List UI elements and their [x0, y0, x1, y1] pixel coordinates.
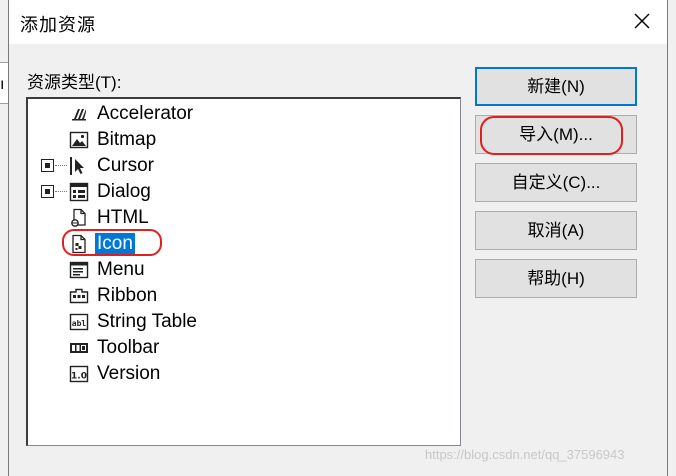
tree-connector: [55, 165, 67, 166]
bitmap-icon: [69, 131, 89, 149]
tree-item-label: Accelerator: [97, 103, 194, 124]
ribbon-icon: [69, 288, 89, 304]
close-button[interactable]: [631, 10, 653, 32]
tree-item-label: Bitmap: [97, 129, 157, 150]
new-button[interactable]: 新建(N): [475, 67, 637, 106]
tree-item-label: Icon: [95, 233, 135, 255]
expand-icon[interactable]: [41, 159, 54, 172]
tree-item-label: Ribbon: [97, 285, 158, 306]
tree-item-string-table[interactable]: abl String Table: [28, 309, 460, 335]
tree-item-ribbon[interactable]: Ribbon: [28, 283, 460, 309]
tree-item-menu[interactable]: Menu: [28, 257, 460, 283]
icon-resource-icon: [72, 234, 86, 254]
resource-type-tree[interactable]: Accelerator Bitmap Cursor Dialog HTML Ic…: [26, 97, 461, 446]
add-resource-dialog: 添加资源 资源类型(T): Accelerator Bitmap Cursor …: [8, 0, 668, 476]
tree-item-icon[interactable]: Icon: [28, 231, 460, 257]
tree-item-label: Cursor: [97, 155, 155, 176]
tree-item-html[interactable]: HTML: [28, 205, 460, 231]
cursor-icon: [70, 157, 84, 175]
tree-item-label: Dialog: [97, 181, 151, 202]
screen: ı 添加资源 资源类型(T): Accelerator Bitmap Curso…: [0, 0, 676, 476]
tree-item-label: HTML: [97, 207, 149, 228]
tree-item-label: String Table: [97, 311, 197, 332]
tree-item-label: Toolbar: [97, 337, 160, 358]
svg-text:abl: abl: [72, 319, 87, 328]
accelerator-icon: [72, 108, 86, 121]
import-button[interactable]: 导入(M)...: [475, 115, 637, 154]
toolbar-icon: [70, 343, 88, 353]
version-icon: 1.0: [69, 365, 89, 383]
tree-item-toolbar[interactable]: Toolbar: [28, 335, 460, 361]
help-button[interactable]: 帮助(H): [475, 259, 637, 298]
menu-icon: [69, 261, 89, 279]
resource-type-label: 资源类型(T):: [27, 73, 122, 92]
tree-item-dialog[interactable]: Dialog: [28, 179, 460, 205]
tree-item-label: Menu: [97, 259, 145, 280]
tree-item-label: Version: [97, 363, 161, 384]
expand-icon[interactable]: [41, 185, 54, 198]
title-bar: 添加资源: [9, 0, 667, 44]
svg-text:1.0: 1.0: [71, 372, 87, 382]
tree-item-cursor[interactable]: Cursor: [28, 153, 460, 179]
watermark: https://blog.csdn.net/qq_37596943: [425, 447, 625, 462]
dialog-icon: [69, 182, 89, 202]
tree-item-bitmap[interactable]: Bitmap: [28, 127, 460, 153]
dialog-title: 添加资源: [20, 15, 96, 35]
string-table-icon: abl: [69, 313, 89, 331]
tree-connector: [55, 191, 67, 192]
tree-item-accelerator[interactable]: Accelerator: [28, 101, 460, 127]
close-icon: [634, 13, 650, 29]
custom-button[interactable]: 自定义(C)...: [475, 163, 637, 202]
tree-item-version[interactable]: 1.0 Version: [28, 361, 460, 387]
html-icon: [71, 208, 86, 227]
cancel-button[interactable]: 取消(A): [475, 211, 637, 250]
background-edge-text: ı: [0, 76, 5, 93]
